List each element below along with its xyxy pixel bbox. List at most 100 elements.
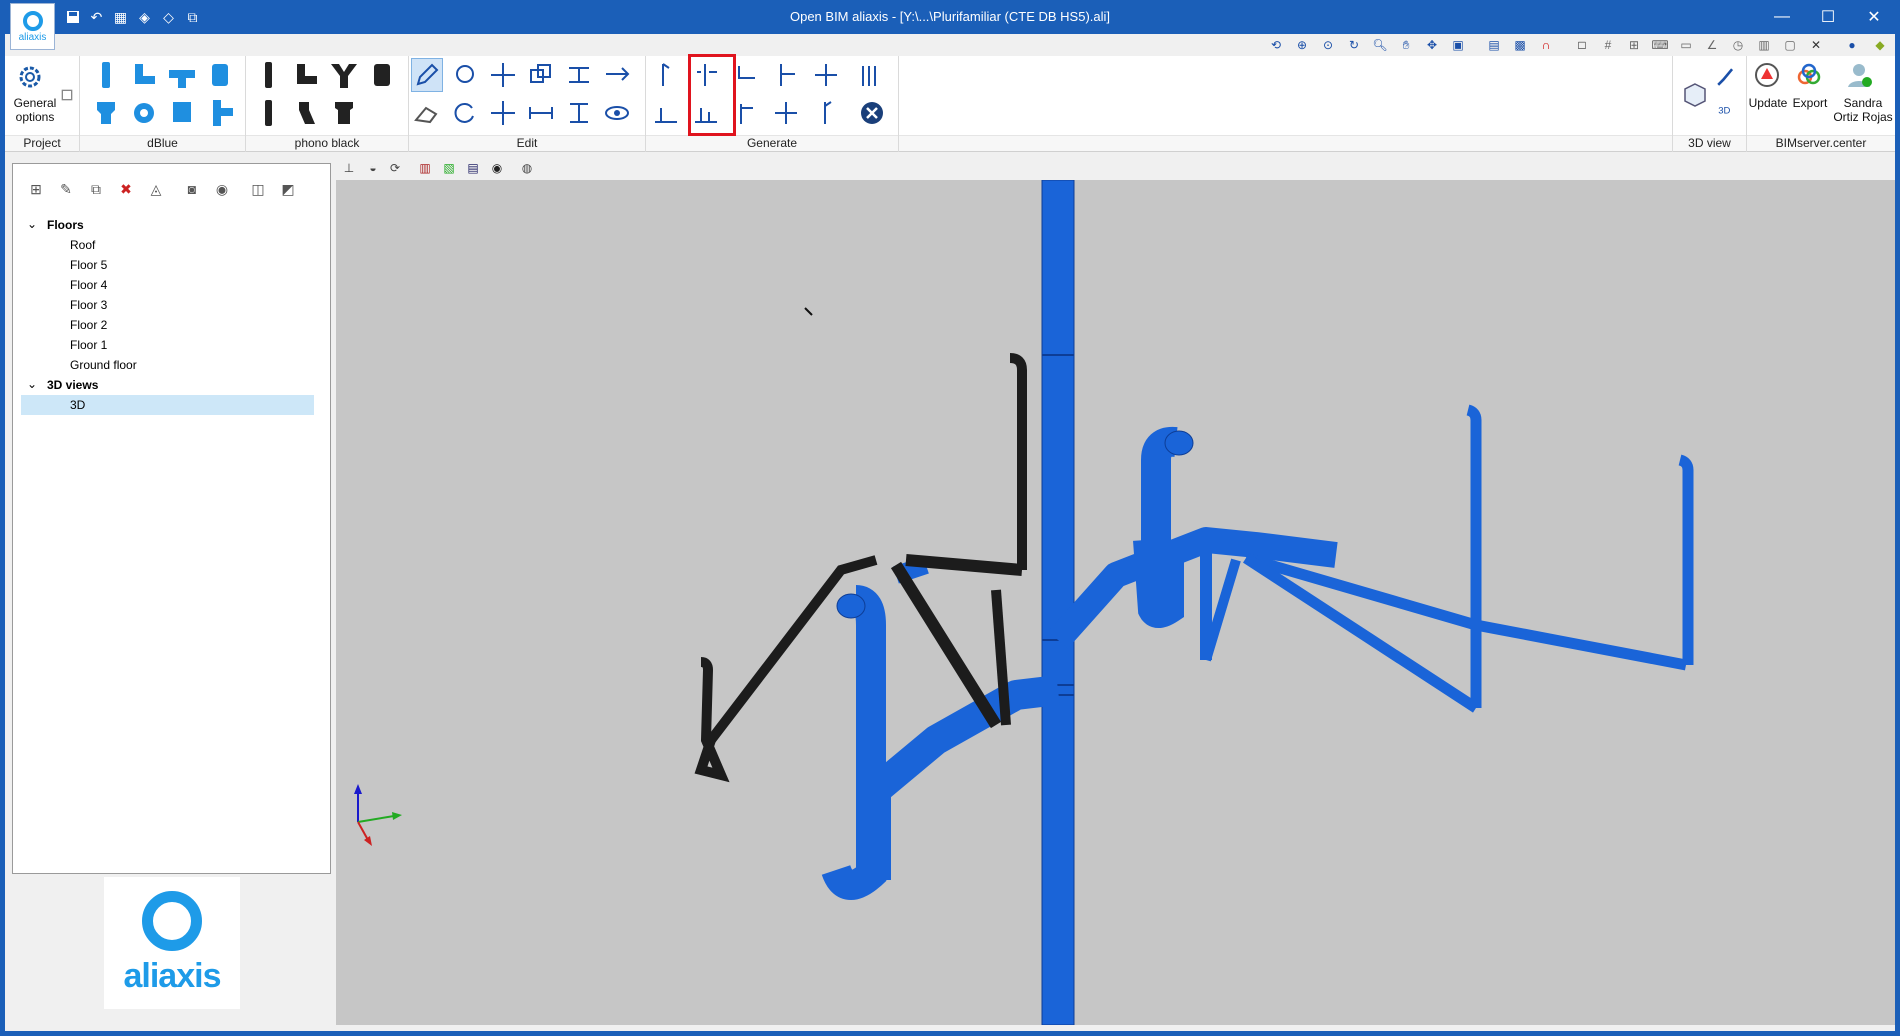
tree-views-toggle[interactable]: ⌄: [27, 374, 37, 394]
add-floor-icon[interactable]: ⊞: [25, 178, 47, 200]
close-button[interactable]: ✕: [1851, 0, 1897, 34]
blue-elbow-icon[interactable]: [128, 58, 160, 92]
grid-small-icon[interactable]: [57, 78, 77, 112]
app-logo[interactable]: aliaxis: [10, 3, 55, 50]
magnet-icon[interactable]: ∩: [1537, 36, 1555, 54]
align-icon[interactable]: [563, 58, 595, 92]
edit-floor-icon[interactable]: ✎: [55, 178, 77, 200]
view-settings-icon[interactable]: ▣: [1449, 36, 1467, 54]
blue-reducer-icon[interactable]: [90, 96, 122, 130]
branch-tee-icon[interactable]: [770, 58, 802, 92]
camera-icon[interactable]: ◙: [181, 178, 203, 200]
angle-icon[interactable]: ∠: [1703, 36, 1721, 54]
cancel-circle-icon[interactable]: [856, 96, 888, 130]
rotate-2-icon[interactable]: [449, 96, 481, 130]
view-box-icon[interactable]: ◫: [247, 178, 269, 200]
tree-item-floor-2[interactable]: Floor 2: [70, 315, 107, 335]
tree-item-floor-3[interactable]: Floor 3: [70, 295, 107, 315]
vertical-pipe-icon[interactable]: [650, 58, 682, 92]
blue-branch-icon[interactable]: [204, 96, 236, 130]
delete-floor-icon[interactable]: ✖: [115, 178, 137, 200]
cube-view-icon[interactable]: [1679, 78, 1711, 112]
zoom-all-icon[interactable]: ⊕: [1293, 36, 1311, 54]
render-icon[interactable]: ▧: [440, 159, 458, 177]
collapse-chevron-2-icon[interactable]: ⌄: [27, 377, 37, 391]
user-avatar-icon[interactable]: [1843, 58, 1875, 92]
tree-item-floor-4[interactable]: Floor 4: [70, 275, 107, 295]
comment-icon[interactable]: ▢: [1781, 36, 1799, 54]
refresh-icon[interactable]: ↻: [1345, 36, 1363, 54]
orbit-view-icon[interactable]: ⟳: [386, 159, 404, 177]
tree-item-floor-5[interactable]: Floor 5: [70, 255, 107, 275]
black-bend-icon[interactable]: [290, 96, 322, 130]
blue-tee-icon[interactable]: [166, 58, 198, 92]
section-icon[interactable]: ▥: [416, 159, 434, 177]
blue-trap-icon[interactable]: [128, 96, 160, 130]
wireframe-icon[interactable]: ▤: [464, 159, 482, 177]
level-icon[interactable]: [563, 96, 595, 130]
black-pipe-icon[interactable]: [252, 58, 284, 92]
tree-views-header[interactable]: 3D views: [47, 375, 98, 395]
tree-floors-header[interactable]: Floors: [47, 215, 84, 235]
view-3d-icon[interactable]: 3D: [1713, 92, 1739, 126]
export-button[interactable]: Export: [1789, 96, 1831, 110]
tree-item-ground-floor[interactable]: Ground floor: [70, 355, 137, 375]
keyboard-icon[interactable]: ⌨︎: [1651, 36, 1669, 54]
snap-icon[interactable]: ⊞: [1625, 36, 1643, 54]
square-icon[interactable]: □: [1573, 36, 1591, 54]
eye-icon[interactable]: [601, 96, 633, 130]
tree-item-3d[interactable]: 3D: [21, 395, 314, 415]
brush-icon[interactable]: [1713, 60, 1739, 94]
user-name[interactable]: Sandra Ortiz Rojas: [1831, 96, 1895, 124]
branch-cross-icon[interactable]: [810, 58, 842, 92]
book-icon[interactable]: ◆: [1871, 36, 1889, 54]
floor-connect-icon[interactable]: [650, 96, 682, 130]
black-coupling-icon[interactable]: [366, 58, 398, 92]
tree-item-roof[interactable]: Roof: [70, 235, 95, 255]
pencil-icon[interactable]: [411, 58, 443, 92]
view-3d-small-icon[interactable]: ◍: [518, 159, 536, 177]
update-button[interactable]: Update: [1747, 96, 1789, 110]
black-elbow-icon[interactable]: [290, 58, 322, 92]
blue-pipe-icon[interactable]: [90, 58, 122, 92]
black-wye-icon[interactable]: [328, 58, 360, 92]
view-flip-icon[interactable]: ◩: [277, 178, 299, 200]
orbit-icon[interactable]: ⟲: [1267, 36, 1285, 54]
chart-icon[interactable]: ▤: [1485, 36, 1503, 54]
pan-icon[interactable]: ✋︎: [1397, 36, 1415, 54]
columns-icon[interactable]: [856, 58, 888, 92]
globe-icon[interactable]: ●: [1843, 36, 1861, 54]
zoom-window-icon[interactable]: ⊙: [1319, 36, 1337, 54]
copy-floor-icon[interactable]: ⧉: [85, 178, 107, 200]
tree-item-floor-1[interactable]: Floor 1: [70, 335, 107, 355]
export-rings-icon[interactable]: [1793, 58, 1825, 92]
eraser-icon[interactable]: [411, 96, 443, 130]
black-socket-icon[interactable]: [328, 96, 360, 130]
rotate-icon[interactable]: [449, 58, 481, 92]
vertical-drop-icon[interactable]: [810, 96, 842, 130]
3d-viewport[interactable]: [336, 179, 1895, 1026]
copy-icon[interactable]: [525, 58, 557, 92]
general-options-button[interactable]: General options: [5, 96, 65, 124]
calc-icon[interactable]: ▥: [1755, 36, 1773, 54]
blue-cap-icon[interactable]: [166, 96, 198, 130]
black-pipe-2-icon[interactable]: [252, 96, 284, 130]
move-icon[interactable]: [487, 58, 519, 92]
tools-icon[interactable]: ✕: [1807, 36, 1825, 54]
history-icon[interactable]: ◷: [1729, 36, 1747, 54]
warning-refresh-icon[interactable]: [1751, 58, 1783, 92]
minimize-button[interactable]: —: [1759, 0, 1805, 34]
move-2-icon[interactable]: [487, 96, 519, 130]
cross-icon[interactable]: [770, 96, 802, 130]
blue-coupling-icon[interactable]: [204, 58, 236, 92]
stretch-icon[interactable]: [601, 58, 633, 92]
walk-icon[interactable]: ◒: [364, 159, 382, 177]
camera-search-icon[interactable]: ◉: [211, 178, 233, 200]
axes-icon[interactable]: ⊥: [340, 159, 358, 177]
floor-visibility-icon[interactable]: ◬: [145, 178, 167, 200]
scale-icon[interactable]: ▭: [1677, 36, 1695, 54]
measure-icon[interactable]: [525, 96, 557, 130]
move-view-icon[interactable]: ✥: [1423, 36, 1441, 54]
maximize-button[interactable]: ☐: [1805, 0, 1851, 34]
grid-icon[interactable]: #: [1599, 36, 1617, 54]
